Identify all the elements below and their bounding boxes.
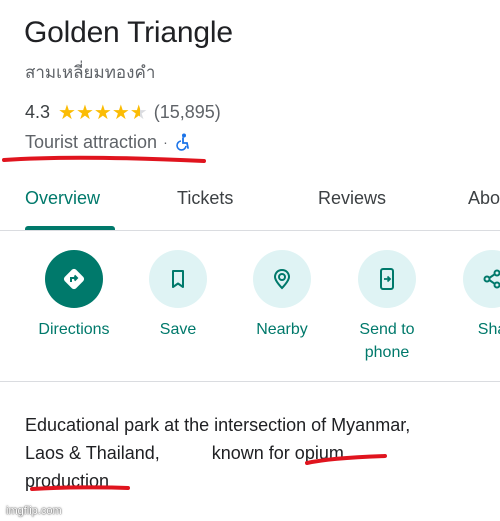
red-underline-annotation	[30, 454, 387, 491]
share-icon	[483, 269, 500, 289]
bookmark-icon	[172, 270, 184, 288]
half-star-icon: ★	[129, 100, 148, 124]
tab-tickets[interactable]: Tickets	[177, 186, 233, 210]
save-label: Save	[159, 321, 197, 338]
section-divider	[0, 381, 500, 382]
nearby-label: Nearby	[256, 321, 308, 338]
tab-overview[interactable]: Overview	[25, 186, 100, 210]
imgflip-watermark: imgflip.com	[6, 505, 62, 517]
send-to-phone-icon	[380, 268, 394, 290]
tab-reviews[interactable]: Reviews	[318, 186, 386, 210]
separator-dot: ·	[163, 134, 168, 150]
wheelchair-icon[interactable]	[174, 133, 190, 151]
action-buttons: Directions Save Nearby Send to phone Sh	[0, 250, 500, 380]
star-icon: ★	[75, 100, 94, 124]
send-to-phone-label: Send to phone	[359, 321, 415, 361]
send-to-phone-button[interactable]: Send to phone	[335, 250, 439, 364]
place-description: Educational park at the intersection of …	[25, 411, 495, 495]
star-icon: ★	[111, 100, 130, 124]
nearby-button[interactable]: Nearby	[230, 250, 334, 341]
star-icon: ★	[93, 100, 112, 124]
star-icon: ★	[58, 100, 76, 124]
rating-value: 4.3	[25, 101, 51, 122]
rating-row: 4.3 ★ ★ ★ ★ ★ (15,895)	[25, 100, 221, 124]
share-button[interactable]: Sha	[440, 250, 500, 341]
save-button[interactable]: Save	[126, 250, 230, 341]
place-title: Golden Triangle	[24, 16, 233, 49]
red-underline-annotation	[2, 155, 206, 163]
directions-button[interactable]: Directions	[22, 250, 126, 341]
tab-about[interactable]: Abo	[468, 186, 500, 210]
directions-label: Directions	[38, 321, 110, 338]
place-subtitle: สามเหลี่ยมทองคำ	[25, 63, 156, 83]
nearby-icon	[273, 268, 291, 290]
directions-icon	[63, 268, 85, 290]
share-label: Sha	[477, 321, 500, 338]
active-tab-indicator	[25, 226, 115, 230]
review-count[interactable]: (15,895)	[154, 102, 221, 123]
tab-bar: Overview Tickets Reviews Abo	[0, 172, 500, 231]
star-rating[interactable]: ★ ★ ★ ★ ★	[58, 102, 148, 122]
